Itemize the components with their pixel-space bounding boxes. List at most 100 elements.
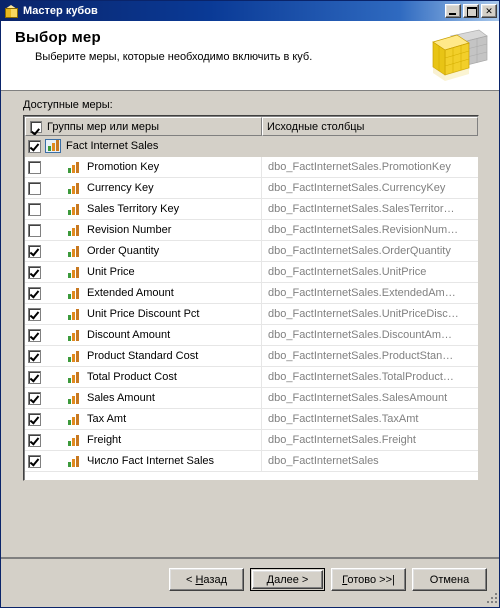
table-row[interactable]: Unit Price Discount Pct dbo_FactInternetS… <box>25 304 478 325</box>
measure-name-cell[interactable]: Extended Amount <box>25 283 262 304</box>
measure-checkbox[interactable] <box>28 160 41 174</box>
measure-label: Unit Price <box>87 266 135 278</box>
column-header-label: Группы мер или меры <box>47 120 160 133</box>
cube-icon <box>4 3 20 19</box>
wizard-footer: < Назад Далее > Готово >>| Отмена <box>1 557 499 607</box>
measure-bar-chart-icon <box>66 328 82 342</box>
measure-name-cell[interactable]: Product Standard Cost <box>25 346 262 367</box>
measure-checkbox[interactable] <box>28 307 41 321</box>
column-header-label: Исходные столбцы <box>267 120 365 133</box>
cube-graphic <box>432 29 488 81</box>
measure-name-cell[interactable]: Revision Number <box>25 220 262 241</box>
close-icon[interactable]: ✕ <box>481 4 497 18</box>
back-button[interactable]: < Назад <box>169 568 244 591</box>
minimize-button[interactable] <box>445 4 461 18</box>
next-button[interactable]: Далее > <box>250 568 325 591</box>
measure-name-cell[interactable]: Sales Territory Key <box>25 199 262 220</box>
source-column-cell: dbo_FactInternetSales.RevisionNum… <box>262 220 478 241</box>
measure-checkbox[interactable] <box>28 223 41 237</box>
available-measures-label: Доступные меры: <box>23 99 113 111</box>
measure-name-cell[interactable]: Fact Internet Sales <box>25 136 262 157</box>
source-column-cell: dbo_FactInternetSales.Freight <box>262 430 478 451</box>
measure-checkbox[interactable] <box>28 286 41 300</box>
wizard-page-content: Доступные меры: Группы мер или меры Исхо… <box>1 91 499 557</box>
measure-label: Order Quantity <box>87 245 160 257</box>
measure-bar-chart-icon <box>66 181 82 195</box>
table-row[interactable]: Sales Amount dbo_FactInternetSales.SalesA… <box>25 388 478 409</box>
measure-label: Число Fact Internet Sales <box>87 455 215 467</box>
resize-grip[interactable] <box>485 591 499 605</box>
source-column-cell: dbo_FactInternetSales.SalesAmount <box>262 388 478 409</box>
source-column-cell: dbo_FactInternetSales <box>262 451 478 472</box>
select-all-checkbox[interactable] <box>30 120 42 133</box>
finish-button[interactable]: Готово >>| <box>331 568 406 591</box>
table-row[interactable]: Fact Internet Sales <box>25 136 478 157</box>
measure-name-cell[interactable]: Order Quantity <box>25 241 262 262</box>
table-row[interactable]: Product Standard Cost dbo_FactInternetSal… <box>25 346 478 367</box>
measure-name-cell[interactable]: Unit Price <box>25 262 262 283</box>
measure-name-cell[interactable]: Total Product Cost <box>25 367 262 388</box>
table-row[interactable]: Unit Price dbo_FactInternetSales.UnitPric… <box>25 262 478 283</box>
measure-label: Sales Amount <box>87 392 155 404</box>
table-row[interactable]: Число Fact Internet Sales dbo_FactInterne… <box>25 451 478 472</box>
measure-bar-chart-icon <box>66 202 82 216</box>
title-bar[interactable]: Мастер кубов ✕ <box>1 1 499 21</box>
measure-name-cell[interactable]: Unit Price Discount Pct <box>25 304 262 325</box>
measure-bar-chart-icon <box>66 370 82 384</box>
measure-checkbox[interactable] <box>28 328 41 342</box>
measure-label: Discount Amount <box>87 329 171 341</box>
table-row[interactable]: Freight dbo_FactInternetSales.Freight <box>25 430 478 451</box>
list-rows: Fact Internet Sales Promotion Key dbo_Fact… <box>25 136 478 472</box>
table-row[interactable]: Promotion Key dbo_FactInternetSales.Promo… <box>25 157 478 178</box>
available-measures-list[interactable]: Группы мер или меры Исходные столбцы Fac… <box>23 115 479 481</box>
measure-checkbox[interactable] <box>28 139 41 153</box>
measure-checkbox[interactable] <box>28 244 41 258</box>
table-row[interactable]: Revision Number dbo_FactInternetSales.Rev… <box>25 220 478 241</box>
measure-bar-chart-icon <box>66 265 82 279</box>
measure-bar-chart-icon <box>66 223 82 237</box>
measure-name-cell[interactable]: Discount Amount <box>25 325 262 346</box>
measure-label: Revision Number <box>87 224 172 236</box>
source-column-cell: dbo_FactInternetSales.UnitPrice <box>262 262 478 283</box>
source-column-cell: dbo_FactInternetSales.TotalProduct… <box>262 367 478 388</box>
measure-checkbox[interactable] <box>28 202 41 216</box>
measure-checkbox[interactable] <box>28 349 41 363</box>
measure-label: Extended Amount <box>87 287 174 299</box>
cancel-button[interactable]: Отмена <box>412 568 487 591</box>
window-title: Мастер кубов <box>23 5 98 17</box>
measure-name-cell[interactable]: Freight <box>25 430 262 451</box>
measure-checkbox[interactable] <box>28 412 41 426</box>
measure-checkbox[interactable] <box>28 181 41 195</box>
measure-checkbox[interactable] <box>28 391 41 405</box>
measure-name-cell[interactable]: Число Fact Internet Sales <box>25 451 262 472</box>
table-row[interactable]: Sales Territory Key dbo_FactInternetSales… <box>25 199 478 220</box>
wizard-buttons: < Назад Далее > Готово >>| Отмена <box>169 568 487 591</box>
table-row[interactable]: Currency Key dbo_FactInternetSales.Curren… <box>25 178 478 199</box>
table-row[interactable]: Total Product Cost dbo_FactInternetSales.… <box>25 367 478 388</box>
measure-name-cell[interactable]: Tax Amt <box>25 409 262 430</box>
table-row[interactable]: Tax Amt dbo_FactInternetSales.TaxAmt <box>25 409 478 430</box>
measure-name-cell[interactable]: Promotion Key <box>25 157 262 178</box>
table-row[interactable]: Order Quantity dbo_FactInternetSales.Orde… <box>25 241 478 262</box>
source-column-cell: dbo_FactInternetSales.UnitPriceDisc… <box>262 304 478 325</box>
measure-checkbox[interactable] <box>28 370 41 384</box>
list-header-row: Группы мер или меры Исходные столбцы <box>25 117 478 136</box>
source-column-cell: dbo_FactInternetSales.ExtendedAm… <box>262 283 478 304</box>
column-header-measure-groups[interactable]: Группы мер или меры <box>25 117 262 136</box>
measure-checkbox[interactable] <box>28 454 41 468</box>
measure-name-cell[interactable]: Sales Amount <box>25 388 262 409</box>
measure-label: Fact Internet Sales <box>66 140 159 152</box>
measure-bar-chart-icon <box>66 244 82 258</box>
measure-label: Tax Amt <box>87 413 127 425</box>
measure-name-cell[interactable]: Currency Key <box>25 178 262 199</box>
column-header-source-columns[interactable]: Исходные столбцы <box>262 117 478 136</box>
measure-checkbox[interactable] <box>28 265 41 279</box>
measure-bar-chart-icon <box>66 349 82 363</box>
measure-label: Total Product Cost <box>87 371 177 383</box>
maximize-button[interactable] <box>463 4 479 18</box>
table-row[interactable]: Extended Amount dbo_FactInternetSales.Ext… <box>25 283 478 304</box>
source-column-cell <box>262 136 478 157</box>
measure-bar-chart-icon <box>66 454 82 468</box>
table-row[interactable]: Discount Amount dbo_FactInternetSales.Dis… <box>25 325 478 346</box>
measure-checkbox[interactable] <box>28 433 41 447</box>
